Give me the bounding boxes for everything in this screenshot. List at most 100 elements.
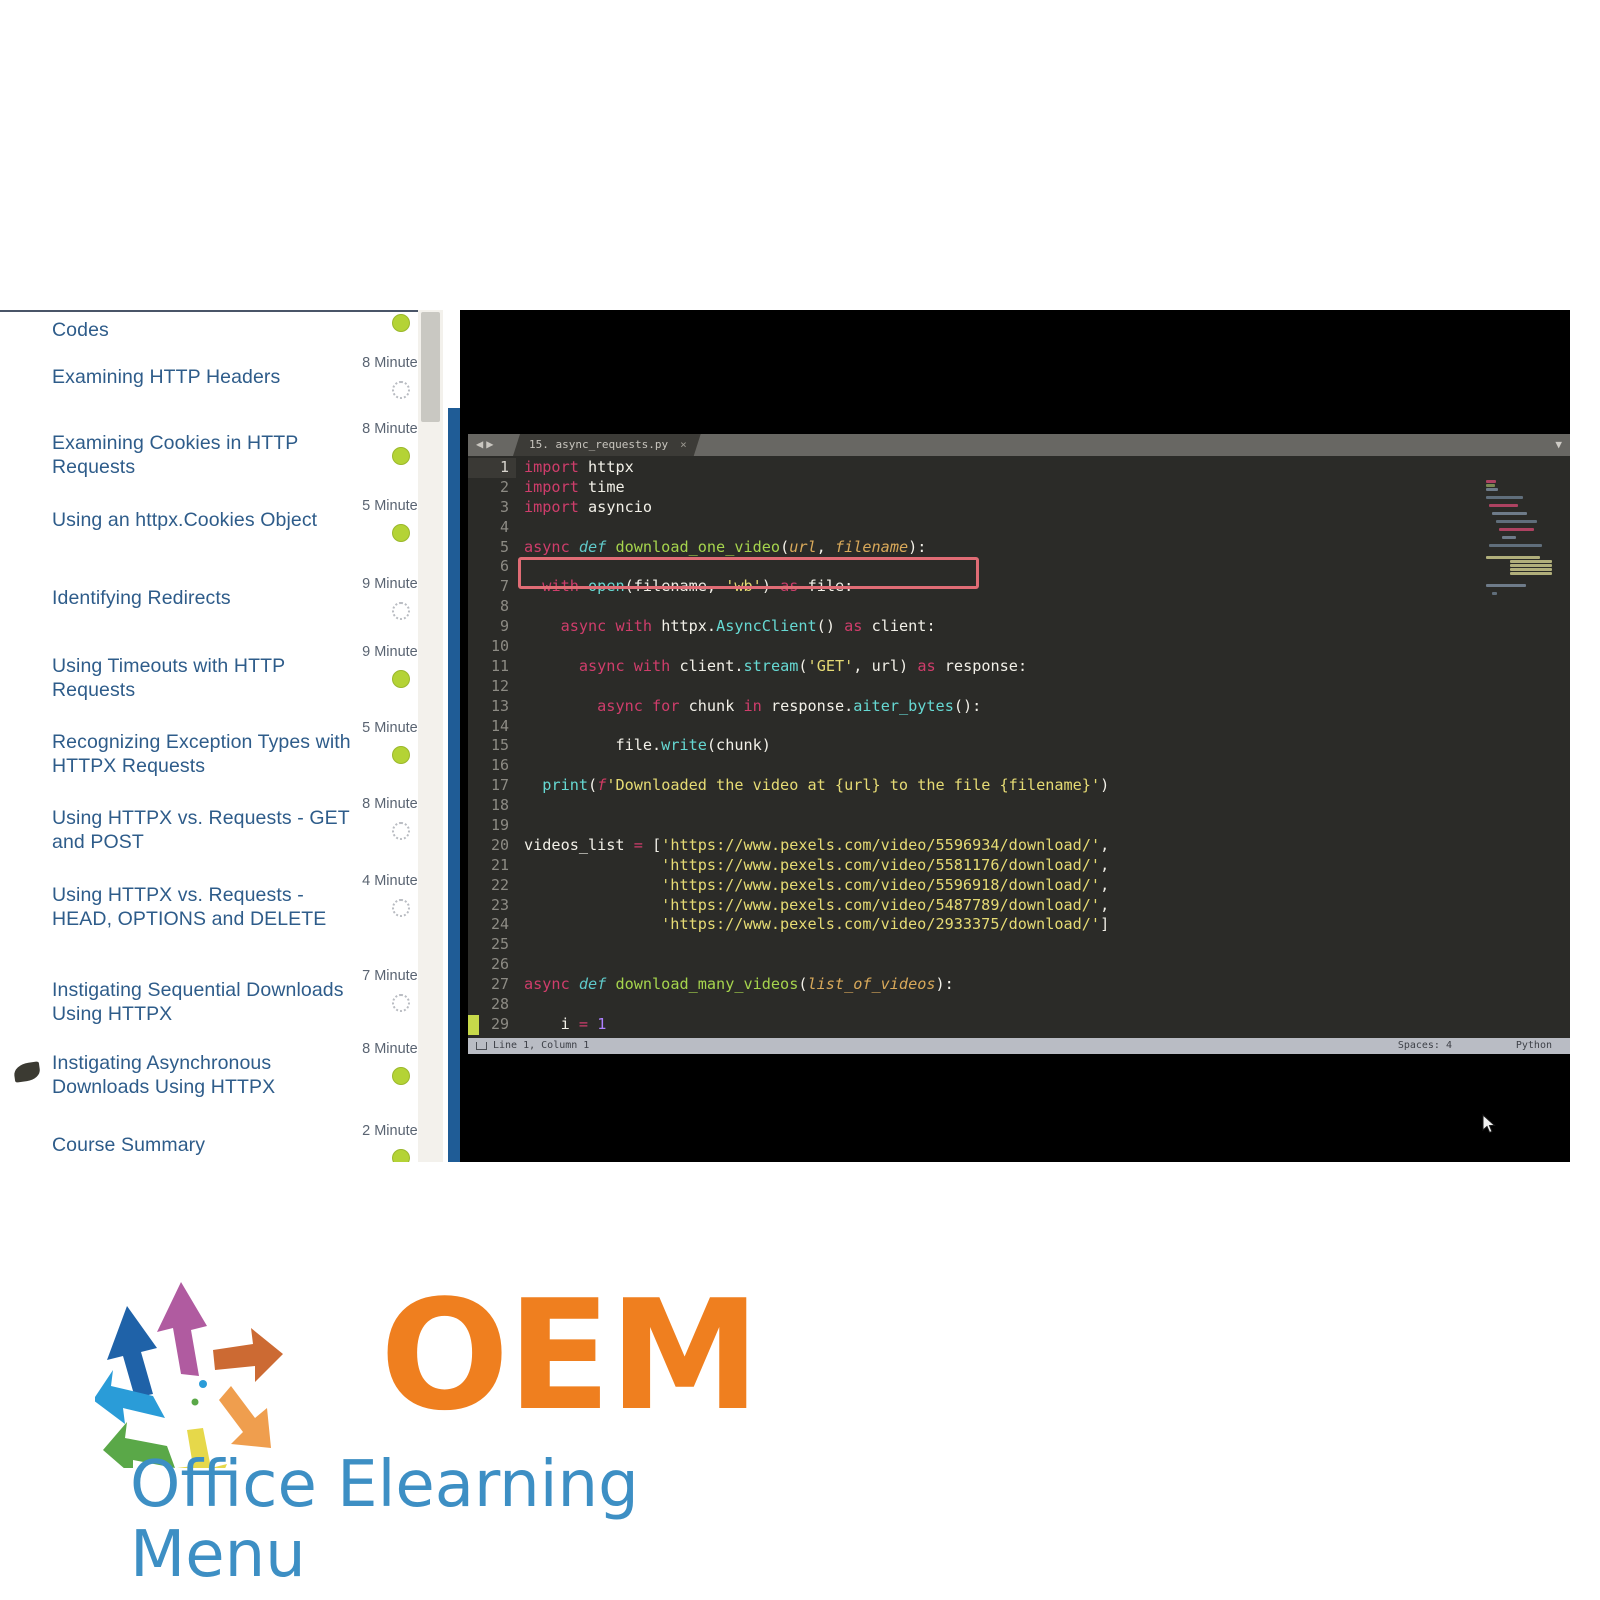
code-line[interactable]: import httpx [516, 458, 1570, 478]
minimap-line [1489, 504, 1519, 507]
lesson-item[interactable]: Using an httpx.Cookies Object 5 Minutes [0, 498, 443, 542]
lesson-title[interactable]: Using Timeouts with HTTP Requests [52, 654, 363, 702]
code-line[interactable] [516, 597, 1570, 617]
code-line[interactable]: 'https://www.pexels.com/video/5596918/do… [516, 876, 1570, 896]
code-line[interactable]: with open(filename, 'wb') as file: [516, 577, 1570, 597]
minimap-line [1495, 520, 1538, 523]
code-line[interactable]: file.write(chunk) [516, 736, 1570, 756]
editor-tab-bar[interactable]: ◀▶ 15. async_requests.py × ▼ [468, 434, 1570, 456]
line-number: 23 [490, 895, 509, 914]
lesson-title[interactable]: Identifying Redirects [52, 586, 363, 610]
code-viewport[interactable]: 1 2 3 4 5 6 7 8 9 10 11 12 13 14 15 16 17 18 19 20 21 22 23 24 2… [468, 456, 1570, 1038]
minimap-line [1510, 572, 1552, 575]
line-number: 14 [490, 716, 509, 735]
lesson-item[interactable]: Using HTTPX vs. Requests - HEAD, OPTIONS… [0, 873, 443, 937]
code-line[interactable]: import asyncio [516, 498, 1570, 518]
outline-scrollbar-track[interactable] [418, 310, 443, 1162]
status-incomplete-icon [392, 994, 410, 1012]
line-number: 4 [499, 517, 509, 536]
lesson-item[interactable]: Identifying Redirects 9 Minutes [0, 576, 443, 620]
lesson-duration: 9 Minutes [362, 644, 425, 660]
code-line[interactable] [516, 518, 1570, 538]
status-cursor-position[interactable]: Line 1, Column 1 [493, 1038, 589, 1054]
minimap-line [1486, 584, 1526, 587]
video-player-area[interactable]: ◀▶ 15. async_requests.py × ▼ 1 2 3 4 5 6 7 8 9 10 1… [460, 310, 1570, 1162]
code-line[interactable] [516, 955, 1570, 975]
line-number: 1 [468, 458, 516, 478]
code-line[interactable]: async def download_one_video(url, filena… [516, 538, 1570, 558]
line-number: 27 [490, 975, 509, 994]
lesson-item[interactable]: Examining Cookies in HTTP Requests 8 Minu… [0, 421, 443, 485]
lesson-item[interactable]: Instigating Sequential Downloads Using H… [0, 968, 443, 1032]
lesson-title[interactable]: Recognizing Exception Types with HTTPX R… [52, 730, 363, 778]
status-complete-icon [392, 314, 410, 332]
code-content[interactable]: import httpx import time import asyncio as… [516, 456, 1570, 1038]
line-number: 10 [490, 637, 509, 656]
code-line[interactable]: 'https://www.pexels.com/video/5487789/do… [516, 896, 1570, 916]
code-line[interactable] [516, 796, 1570, 816]
code-line[interactable]: async with httpx.AsyncClient() as client… [516, 617, 1570, 637]
code-line[interactable] [516, 756, 1570, 776]
code-line[interactable]: 'https://www.pexels.com/video/5581176/do… [516, 856, 1570, 876]
line-number: 7 [499, 577, 509, 596]
status-position-group[interactable]: Line 1, Column 1 [476, 1038, 589, 1054]
code-line[interactable] [516, 717, 1570, 737]
lesson-item[interactable]: Codes [0, 312, 443, 352]
lesson-title[interactable]: Examining HTTP Headers [52, 365, 363, 389]
lesson-item[interactable]: Using HTTPX vs. Requests - GET and POST 8… [0, 796, 443, 860]
outline-scrollbar-thumb[interactable] [421, 312, 440, 422]
lesson-item[interactable]: Instigating Asynchronous Downloads Using… [0, 1041, 443, 1105]
lesson-title[interactable]: Using HTTPX vs. Requests - GET and POST [52, 806, 363, 854]
code-line[interactable]: print(f'Downloaded the video at {url} to… [516, 776, 1570, 796]
minimap-line [1510, 560, 1552, 563]
nav-forward-icon[interactable]: ▶ [486, 437, 496, 451]
code-line[interactable]: async for chunk in response.aiter_bytes(… [516, 697, 1570, 717]
nav-back-icon[interactable]: ◀ [476, 437, 486, 451]
lesson-item[interactable]: Using Timeouts with HTTP Requests 9 Minut… [0, 644, 443, 708]
code-line[interactable]: 'https://www.pexels.com/video/2933375/do… [516, 915, 1570, 935]
lesson-title[interactable]: Using HTTPX vs. Requests - HEAD, OPTIONS… [52, 883, 363, 931]
lesson-title[interactable]: Examining Cookies in HTTP Requests [52, 431, 363, 479]
lesson-duration: 8 Minutes [362, 421, 425, 437]
editor-tab-async-requests[interactable]: 15. async_requests.py × [513, 434, 701, 456]
code-line[interactable]: videos_list = ['https://www.pexels.com/v… [516, 836, 1570, 856]
logo-brand-text: OEM [380, 1267, 760, 1444]
status-incomplete-icon [392, 822, 410, 840]
line-number: 21 [490, 855, 509, 874]
lesson-item[interactable]: Course Summary 2 Minutes [0, 1123, 443, 1162]
code-line[interactable]: i = 1 [516, 1015, 1570, 1035]
status-complete-icon [392, 670, 410, 688]
chevron-down-icon[interactable]: ▼ [1555, 438, 1562, 451]
lesson-item[interactable]: Recognizing Exception Types with HTTPX R… [0, 720, 443, 784]
code-line[interactable] [516, 935, 1570, 955]
close-icon[interactable]: × [680, 438, 687, 451]
status-language-mode[interactable]: Python [1516, 1038, 1552, 1054]
minimap-line [1489, 544, 1542, 547]
minimap-line [1486, 556, 1541, 559]
code-line[interactable] [516, 677, 1570, 697]
lesson-duration: 8 Minutes [362, 1041, 425, 1057]
course-outline-sidebar[interactable]: Codes Examining HTTP Headers 8 Minutes Exam… [0, 310, 443, 1162]
code-line[interactable]: import time [516, 478, 1570, 498]
code-line[interactable] [516, 995, 1570, 1015]
minimap-line [1492, 512, 1528, 515]
code-line[interactable]: async def download_many_videos(list_of_v… [516, 975, 1570, 995]
code-editor-window[interactable]: ◀▶ 15. async_requests.py × ▼ 1 2 3 4 5 6 7 8 9 10 1… [468, 434, 1570, 1054]
tab-nav-arrows[interactable]: ◀▶ [476, 437, 496, 451]
lesson-title[interactable]: Using an httpx.Cookies Object [52, 508, 363, 532]
lesson-title[interactable]: Course Summary [52, 1133, 363, 1157]
code-minimap[interactable] [1474, 478, 1570, 598]
lesson-title[interactable]: Codes [52, 318, 363, 342]
current-lesson-marker-icon [12, 1061, 42, 1083]
minimap-line [1492, 592, 1497, 595]
code-line[interactable] [516, 816, 1570, 836]
code-line[interactable]: async with client.stream('GET', url) as … [516, 657, 1570, 677]
status-indentation[interactable]: Spaces: 4 [1398, 1038, 1452, 1054]
code-line[interactable] [516, 557, 1570, 577]
code-line[interactable] [516, 637, 1570, 657]
lesson-item[interactable]: Examining HTTP Headers 8 Minutes [0, 355, 443, 399]
logo-tagline: Office Elearning Menu [130, 1448, 639, 1592]
lesson-title[interactable]: Instigating Sequential Downloads Using H… [52, 978, 363, 1026]
line-number: 11 [490, 656, 509, 675]
lesson-title[interactable]: Instigating Asynchronous Downloads Using… [52, 1051, 363, 1099]
